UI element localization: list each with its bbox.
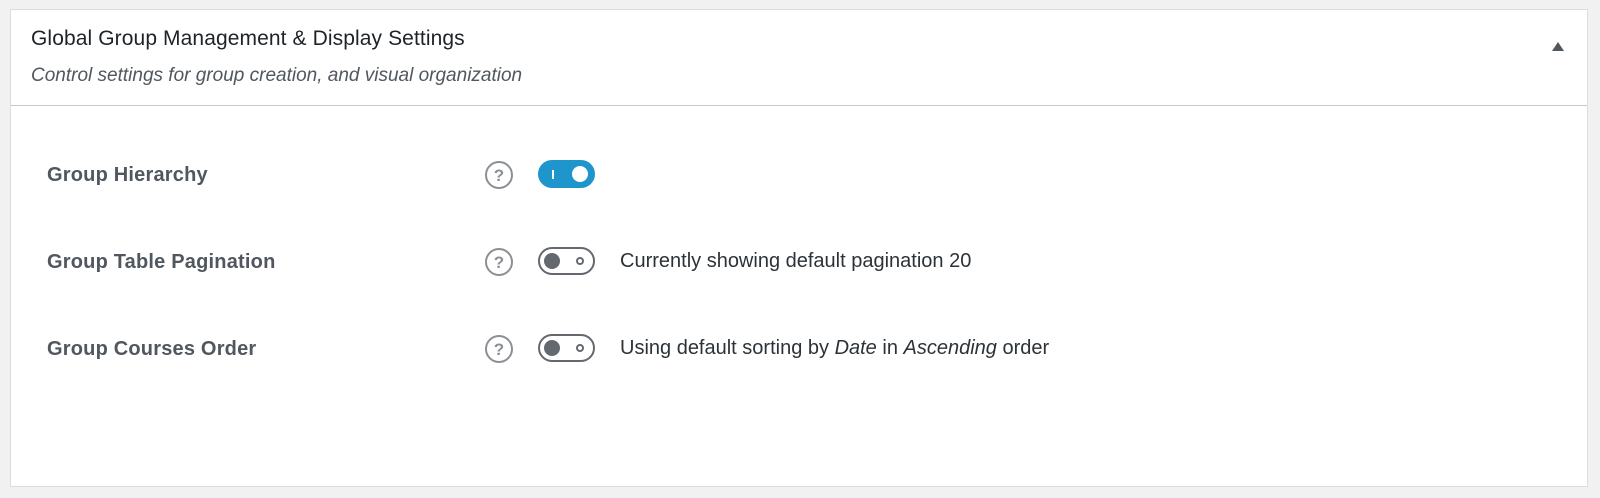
question-circle-icon: ? — [485, 248, 513, 276]
svg-text:?: ? — [494, 253, 504, 272]
panel-title: Global Group Management & Display Settin… — [31, 27, 465, 50]
toggle-knob — [572, 166, 588, 182]
question-circle-icon: ? — [485, 335, 513, 363]
description-mid: in — [876, 337, 904, 359]
group-hierarchy-toggle[interactable] — [538, 160, 595, 188]
svg-text:?: ? — [494, 166, 504, 185]
setting-row-group-table-pagination: Group Table Pagination ? Currently showi… — [11, 243, 1587, 283]
panel-header: Global Group Management & Display Settin… — [11, 10, 1587, 106]
setting-label: Group Table Pagination — [47, 251, 276, 273]
group-table-pagination-toggle[interactable] — [538, 247, 595, 275]
settings-panel: Global Group Management & Display Settin… — [10, 9, 1588, 487]
setting-label: Group Hierarchy — [47, 164, 208, 186]
setting-description: Currently showing default pagination 20 — [620, 250, 972, 272]
toggle-off-mark — [576, 257, 584, 265]
toggle-off-mark — [576, 344, 584, 352]
group-courses-order-toggle[interactable] — [538, 334, 595, 362]
description-orderby: Date — [834, 337, 877, 359]
description-prefix: Using default sorting by — [620, 337, 835, 359]
svg-text:?: ? — [494, 340, 504, 359]
description-order: Ascending — [903, 337, 997, 359]
toggle-knob — [544, 253, 560, 269]
help-button[interactable]: ? — [484, 334, 514, 364]
description-suffix: order — [996, 337, 1050, 359]
help-button[interactable]: ? — [484, 247, 514, 277]
panel-subtitle: Control settings for group creation, and… — [31, 65, 523, 86]
setting-description: Using default sorting by Date in Ascendi… — [620, 337, 1049, 360]
help-button[interactable]: ? — [484, 160, 514, 190]
triangle-up-icon — [1552, 42, 1564, 51]
setting-row-group-hierarchy: Group Hierarchy ? — [11, 156, 1587, 196]
collapse-toggle-button[interactable] — [1549, 38, 1567, 56]
toggle-on-mark — [552, 170, 554, 179]
setting-label: Group Courses Order — [47, 338, 257, 360]
setting-row-group-courses-order: Group Courses Order ? Using default sort… — [11, 330, 1587, 370]
toggle-knob — [544, 340, 560, 356]
question-circle-icon: ? — [485, 161, 513, 189]
